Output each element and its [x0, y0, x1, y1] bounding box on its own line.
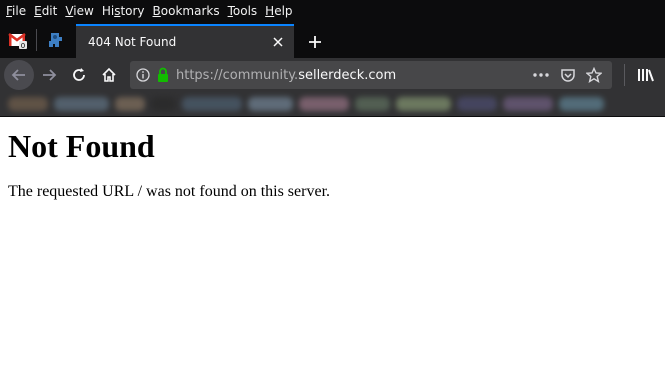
toolbar-separator	[624, 64, 625, 86]
tab-title: 404 Not Found	[88, 35, 177, 49]
bookmark-item[interactable]	[248, 97, 293, 111]
bookmark-item[interactable]	[182, 97, 242, 111]
menu-bar: File Edit View History Bookmarks Tools H…	[0, 0, 665, 22]
bookmark-item[interactable]	[54, 97, 109, 111]
pocket-icon[interactable]	[560, 67, 576, 83]
forward-button[interactable]	[34, 60, 64, 90]
gmail-badge: 0	[21, 42, 25, 49]
browser-chrome: File Edit View History Bookmarks Tools H…	[0, 0, 665, 117]
bookmark-star-icon[interactable]	[586, 67, 602, 83]
library-icon	[638, 69, 654, 82]
extension-icon	[49, 33, 62, 47]
bookmark-item[interactable]	[115, 97, 145, 111]
pinned-tab-gmail[interactable]: 0	[0, 24, 36, 56]
lock-icon[interactable]	[156, 67, 170, 83]
home-icon	[102, 67, 116, 82]
more-actions-icon[interactable]	[532, 72, 550, 78]
menu-bookmarks[interactable]: Bookmarks	[150, 4, 223, 18]
reload-button[interactable]	[64, 60, 94, 90]
page-heading: Not Found	[8, 128, 155, 164]
bookmark-item[interactable]	[396, 97, 451, 111]
forward-arrow-icon	[43, 69, 57, 81]
back-arrow-icon	[11, 69, 25, 81]
bookmarks-toolbar	[0, 92, 665, 117]
menu-help[interactable]: Help	[262, 4, 295, 18]
page-content: Not Found The requested URL / was not fo…	[0, 127, 665, 201]
pinned-tab-extension[interactable]	[37, 24, 73, 56]
bookmark-item[interactable]	[503, 97, 553, 111]
bookmark-item[interactable]	[559, 97, 604, 111]
tab-active[interactable]: 404 Not Found	[76, 24, 294, 58]
menu-history[interactable]: History	[99, 4, 148, 18]
bookmark-item[interactable]	[151, 97, 176, 111]
bookmark-item[interactable]	[457, 97, 497, 111]
reload-icon	[73, 68, 85, 81]
menu-tools[interactable]: Tools	[225, 4, 261, 18]
tab-strip: 0 404 Not Found	[0, 22, 665, 58]
error-message: The requested URL / was not found on thi…	[8, 183, 331, 200]
url-host: sellerdeck.com	[298, 67, 397, 83]
new-tab-button[interactable]	[300, 26, 330, 58]
library-button[interactable]	[631, 60, 661, 90]
url-text[interactable]: https://community.sellerdeck.com	[170, 68, 532, 83]
url-scheme: https://community.	[176, 67, 299, 83]
back-button[interactable]	[4, 60, 34, 90]
gmail-icon: 0	[8, 33, 27, 49]
close-tab-icon[interactable]	[270, 34, 286, 50]
menu-file[interactable]: File	[3, 4, 29, 18]
plus-icon	[309, 36, 321, 48]
url-bar[interactable]: https://community.sellerdeck.com	[130, 61, 612, 89]
info-icon[interactable]	[136, 68, 150, 82]
bookmark-item[interactable]	[299, 97, 349, 111]
menu-edit[interactable]: Edit	[31, 4, 60, 18]
navigation-toolbar: https://community.sellerdeck.com	[0, 58, 665, 92]
bookmark-item[interactable]	[8, 97, 48, 111]
home-button[interactable]	[94, 60, 124, 90]
bookmark-item[interactable]	[355, 97, 390, 111]
menu-view[interactable]: View	[62, 4, 96, 18]
